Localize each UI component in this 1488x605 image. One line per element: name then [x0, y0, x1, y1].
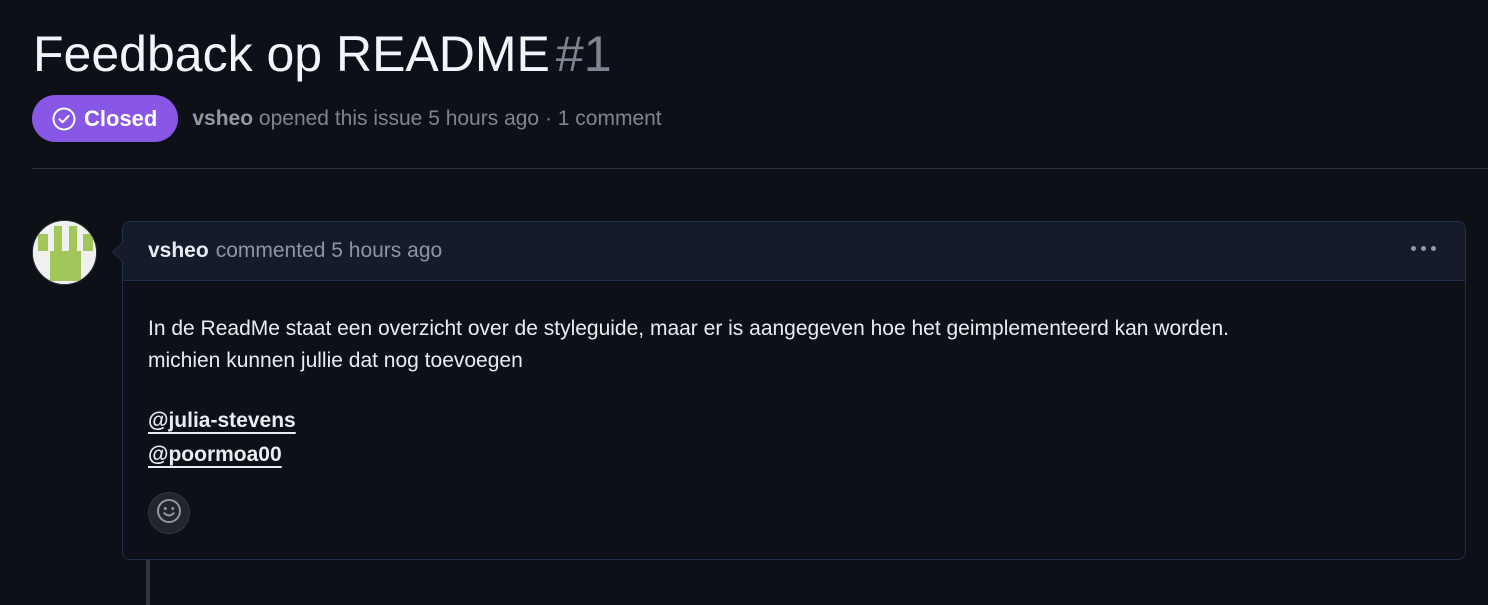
status-badge-label: Closed — [84, 105, 158, 131]
mention-link[interactable]: @poormoa00 — [148, 438, 282, 472]
comment-author-link[interactable]: vsheo — [148, 239, 209, 263]
avatar[interactable] — [32, 220, 97, 285]
mention-list: @julia-stevens @poormoa00 — [148, 404, 1440, 472]
comment-body-line: In de ReadMe staat een overzicht over de… — [148, 317, 1229, 340]
issue-author-link[interactable]: vsheo — [192, 107, 253, 130]
timeline-line — [146, 560, 150, 605]
header-divider — [32, 168, 1488, 169]
issue-number: #1 — [555, 26, 612, 82]
issue-page: Feedback op README #1 Closed vsheo opened… — [0, 0, 1488, 605]
add-reaction-button[interactable] — [148, 492, 190, 534]
issue-opened-text: opened this issue 5 hours ago · 1 commen… — [258, 106, 662, 130]
issue-title-row: Feedback op README #1 — [33, 24, 612, 84]
comment-header: vsheo commented 5 hours ago — [123, 222, 1465, 281]
issue-meta: Closed vsheo opened this issue 5 hours a… — [32, 95, 662, 142]
comment-card: vsheo commented 5 hours ago In de ReadMe… — [112, 221, 1466, 560]
issue-title: Feedback op README — [33, 26, 550, 82]
kebab-horizontal-icon[interactable] — [1411, 246, 1436, 251]
smiley-icon — [156, 498, 182, 529]
comment-body-line: michien kunnen jullie dat nog toevoegen — [148, 349, 523, 372]
comment-timestamp[interactable]: commented 5 hours ago — [216, 239, 442, 263]
status-badge: Closed — [32, 95, 179, 142]
issue-opened-info: vsheo opened this issue 5 hours ago · 1 … — [192, 107, 661, 131]
check-circle-icon — [52, 107, 76, 131]
mention-link[interactable]: @julia-stevens — [148, 404, 296, 438]
comment-body: In de ReadMe staat een overzicht over de… — [123, 281, 1465, 472]
